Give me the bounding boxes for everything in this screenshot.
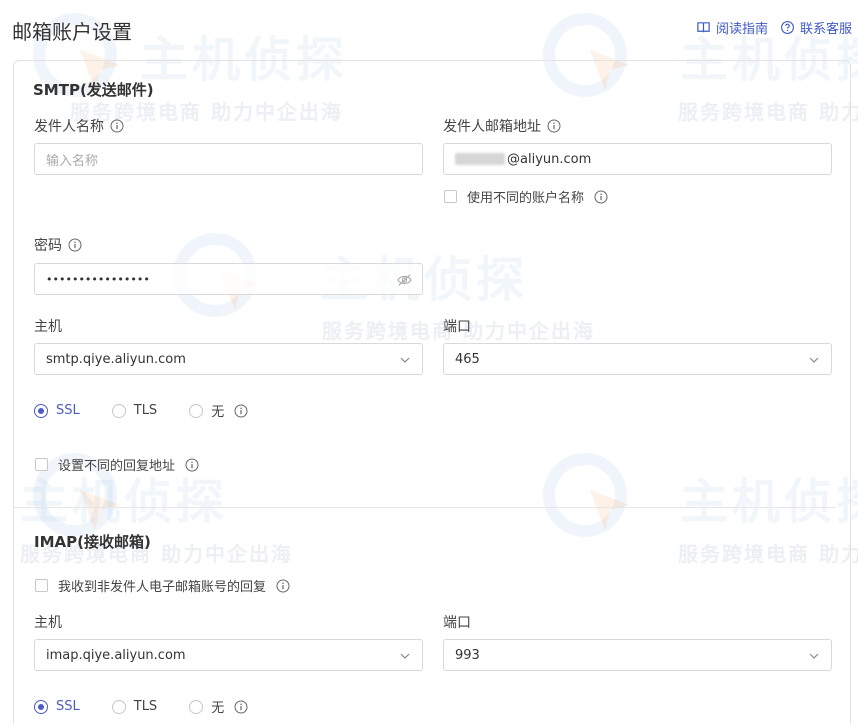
info-icon[interactable] bbox=[594, 190, 608, 204]
imap-security-radio-group: SSL TLS 无 bbox=[34, 697, 248, 716]
imap-port-label: 端口 bbox=[443, 615, 471, 631]
info-icon[interactable] bbox=[234, 404, 248, 418]
password-input[interactable]: •••••••••••••••• bbox=[34, 263, 423, 295]
sender-name-label: 发件人名称 bbox=[34, 116, 124, 136]
smtp-security-radio-group: SSL TLS 无 bbox=[34, 401, 248, 420]
smtp-radio-none[interactable]: 无 bbox=[189, 401, 224, 420]
different-account-label: 使用不同的账户名称 bbox=[467, 191, 585, 206]
reply-address-checkbox[interactable] bbox=[35, 458, 48, 471]
non-sender-reply-checkbox-row[interactable]: 我收到非发件人电子邮箱账号的回复 bbox=[35, 576, 290, 595]
contact-support-link[interactable]: 联系客服 bbox=[780, 18, 852, 37]
imap-port-select[interactable]: 993 bbox=[443, 639, 832, 671]
radio-unchecked[interactable] bbox=[189, 699, 204, 714]
radio-checked[interactable] bbox=[34, 403, 48, 418]
reply-address-label: 设置不同的回复地址 bbox=[58, 459, 176, 474]
password-label: 密码 bbox=[34, 235, 82, 255]
password-value: •••••••••••••••• bbox=[46, 272, 150, 286]
smtp-port-value: 465 bbox=[455, 351, 480, 367]
smtp-section-title: SMTP(发送邮件) bbox=[33, 81, 154, 99]
page-header: 邮箱账户设置 阅读指南 联系客服 bbox=[0, 0, 858, 56]
contact-support-label: 联系客服 bbox=[799, 22, 852, 37]
help-circle-icon bbox=[781, 21, 794, 34]
smtp-radio-tls[interactable]: TLS bbox=[111, 403, 157, 418]
reply-address-checkbox-row[interactable]: 设置不同的回复地址 bbox=[35, 455, 199, 474]
chevron-down-icon bbox=[400, 357, 410, 363]
imap-host-select[interactable]: imap.qiye.aliyun.com bbox=[34, 639, 423, 671]
radio-unchecked[interactable] bbox=[189, 403, 204, 418]
eye-off-icon[interactable] bbox=[397, 273, 412, 287]
smtp-host-label: 主机 bbox=[34, 319, 62, 335]
radio-unchecked[interactable] bbox=[111, 403, 126, 418]
sender-email-label: 发件人邮箱地址 bbox=[443, 116, 561, 136]
info-icon[interactable] bbox=[547, 119, 561, 133]
smtp-host-select[interactable]: smtp.qiye.aliyun.com bbox=[34, 343, 423, 375]
info-icon[interactable] bbox=[234, 700, 248, 714]
read-guide-link[interactable]: 阅读指南 bbox=[696, 18, 768, 37]
smtp-radio-ssl[interactable]: SSL bbox=[34, 403, 80, 418]
chevron-down-icon bbox=[809, 653, 819, 659]
radio-unchecked[interactable] bbox=[111, 699, 126, 714]
info-icon[interactable] bbox=[276, 579, 290, 593]
chevron-down-icon bbox=[400, 653, 410, 659]
info-icon[interactable] bbox=[68, 238, 82, 252]
book-icon bbox=[697, 22, 710, 33]
non-sender-reply-checkbox[interactable] bbox=[35, 579, 48, 592]
page-title: 邮箱账户设置 bbox=[12, 20, 132, 44]
non-sender-reply-label: 我收到非发件人电子邮箱账号的回复 bbox=[58, 580, 267, 595]
read-guide-label: 阅读指南 bbox=[715, 22, 768, 37]
different-account-checkbox-row[interactable]: 使用不同的账户名称 bbox=[444, 187, 608, 206]
smtp-port-label: 端口 bbox=[443, 319, 471, 335]
sender-email-input[interactable]: @aliyun.com bbox=[443, 143, 832, 175]
info-icon[interactable] bbox=[185, 458, 199, 472]
redacted-username bbox=[455, 153, 505, 165]
different-account-checkbox[interactable] bbox=[444, 190, 457, 203]
sender-name-input[interactable]: 输入名称 bbox=[34, 143, 423, 175]
imap-port-value: 993 bbox=[455, 647, 480, 663]
imap-host-label: 主机 bbox=[34, 615, 62, 631]
imap-radio-ssl[interactable]: SSL bbox=[34, 699, 80, 714]
section-divider bbox=[14, 507, 836, 508]
imap-radio-none[interactable]: 无 bbox=[189, 697, 224, 716]
radio-checked[interactable] bbox=[34, 699, 48, 714]
sender-name-placeholder: 输入名称 bbox=[46, 153, 99, 169]
smtp-port-select[interactable]: 465 bbox=[443, 343, 832, 375]
smtp-host-value: smtp.qiye.aliyun.com bbox=[46, 351, 186, 367]
imap-radio-tls[interactable]: TLS bbox=[111, 699, 157, 714]
imap-host-value: imap.qiye.aliyun.com bbox=[46, 647, 186, 663]
chevron-down-icon bbox=[809, 357, 819, 363]
info-icon[interactable] bbox=[110, 119, 124, 133]
header-links: 阅读指南 联系客服 bbox=[696, 18, 852, 37]
sender-email-value: @aliyun.com bbox=[507, 151, 592, 167]
imap-section-title: IMAP(接收邮箱) bbox=[34, 533, 151, 551]
